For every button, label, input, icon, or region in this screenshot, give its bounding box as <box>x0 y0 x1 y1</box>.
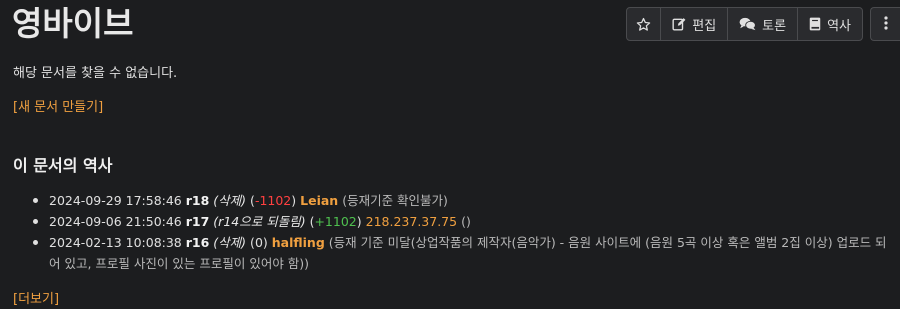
history-entry: 2024-09-29 17:58:46 r18 (삭제) (-1102) Lei… <box>33 190 893 211</box>
discuss-button[interactable]: 토론 <box>727 8 797 40</box>
history-list: 2024-09-29 17:58:46 r18 (삭제) (-1102) Lei… <box>33 190 893 274</box>
history-label: 역사 <box>827 18 851 34</box>
document-toolbar: 편집 토론 역사 <box>626 7 863 41</box>
history-heading: 이 문서의 역사 <box>13 156 113 175</box>
entry-datetime: 2024-09-29 17:58:46 <box>49 193 182 208</box>
revision-link[interactable]: r17 <box>186 214 210 229</box>
entry-diff: -1102 <box>254 193 292 208</box>
entry-user-link[interactable]: halfling <box>272 235 325 250</box>
edit-label: 편집 <box>692 18 717 34</box>
entry-action: (삭제) <box>213 235 247 250</box>
revision-link[interactable]: r16 <box>186 235 210 250</box>
comments-icon <box>739 17 757 31</box>
entry-user-link[interactable]: 218.237.37.75 <box>366 214 457 229</box>
entry-user-link[interactable]: Leian <box>300 193 338 208</box>
not-found-message: 해당 문서를 찾을 수 없습니다. <box>13 66 178 81</box>
entry-datetime: 2024-09-06 21:50:46 <box>49 214 182 229</box>
edit-button[interactable]: 편집 <box>660 8 727 40</box>
entry-datetime: 2024-02-13 10:08:38 <box>49 235 182 250</box>
book-icon <box>809 17 821 31</box>
star-button[interactable] <box>627 8 660 40</box>
history-entry: 2024-09-06 21:50:46 r17 (r14으로 되돌림) (+11… <box>33 211 893 232</box>
vertical-dots-icon <box>883 15 888 34</box>
more-history-link[interactable]: [더보기] <box>13 288 59 307</box>
history-button[interactable]: 역사 <box>797 8 862 40</box>
diff-close: ) <box>262 235 268 250</box>
entry-diff: +1102 <box>314 214 357 229</box>
history-entry: 2024-02-13 10:08:38 r16 (삭제) (0) halflin… <box>33 232 893 274</box>
entry-comment: () <box>461 214 471 229</box>
entry-action: (r14으로 되돌림) <box>213 214 306 229</box>
entry-diff: 0 <box>254 235 263 250</box>
more-menu-button[interactable] <box>870 7 900 41</box>
diff-close: ) <box>291 193 297 208</box>
entry-action: (삭제) <box>213 193 247 208</box>
diff-close: ) <box>356 214 362 229</box>
entry-comment: (등재기준 확인불가) <box>342 193 448 208</box>
revision-link[interactable]: r18 <box>186 193 210 208</box>
edit-icon <box>672 17 686 31</box>
page-title: 영바이브 <box>12 4 134 43</box>
create-document-link[interactable]: [새 문서 만들기] <box>13 96 103 115</box>
star-icon <box>636 17 651 32</box>
discuss-label: 토론 <box>762 18 787 34</box>
